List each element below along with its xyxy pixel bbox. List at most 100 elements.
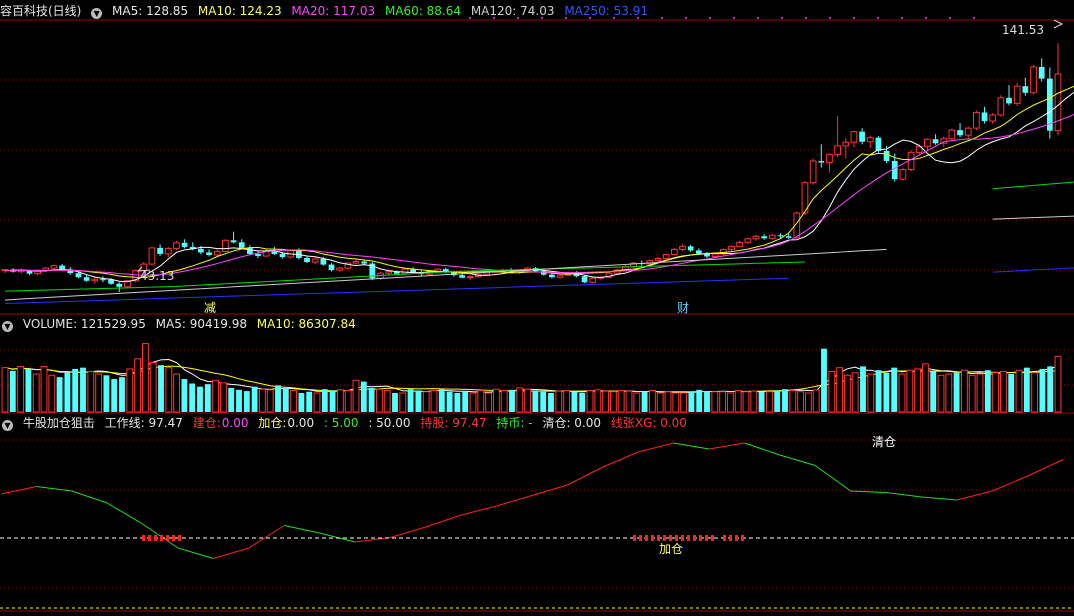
jian-marker: 减 (204, 301, 216, 315)
volume-bar (344, 389, 352, 413)
candle-body (850, 131, 858, 143)
volume-bar (1047, 366, 1054, 412)
work-line-segment (248, 525, 285, 549)
volume-bar (48, 374, 56, 413)
volume-bar (875, 370, 882, 412)
candle-body (148, 247, 156, 265)
volume-bar (500, 389, 508, 413)
candle-body (687, 246, 694, 251)
candle-body (91, 278, 99, 282)
work-line-segment (1027, 459, 1064, 477)
candle-body (589, 277, 597, 283)
volume-bar (930, 371, 937, 412)
work-line-segment (992, 475, 1028, 492)
work-line-segment (496, 495, 533, 507)
signal-marker (657, 535, 660, 541)
candle-body (173, 242, 180, 249)
volume-bar (688, 391, 695, 412)
volume-bar (438, 389, 445, 412)
chevron-down-icon[interactable]: ▼ (91, 8, 103, 19)
volume-bar (914, 368, 922, 413)
candle-body (883, 150, 890, 161)
volume-bar (789, 389, 797, 413)
volume-bar (704, 391, 710, 412)
chevron-down-icon[interactable]: ▼ (2, 420, 13, 431)
ma250-line (992, 267, 1074, 273)
volume-bar (540, 391, 547, 412)
signal-marker (675, 535, 678, 541)
add-label: 加仓: (258, 416, 287, 430)
add-value: 0.00 (287, 416, 315, 430)
volume-bar (945, 373, 953, 413)
ma250-line (4, 277, 789, 304)
volume-bar (392, 393, 398, 412)
candle-body (198, 248, 204, 253)
signal-marker (172, 535, 175, 541)
volume-bar (236, 389, 242, 412)
volume-bar (782, 389, 788, 412)
candle-body (230, 240, 237, 243)
volume-bar (906, 369, 914, 413)
volume-bar (571, 391, 578, 412)
candle-body (75, 273, 82, 278)
top-marker-dot (733, 17, 735, 19)
volume-bar (821, 348, 827, 412)
candle-body (654, 258, 662, 262)
candle-body (736, 241, 744, 247)
volume-bar (149, 362, 157, 413)
volume-bar (680, 392, 688, 413)
candle-body (826, 153, 833, 163)
volume-bar (446, 391, 453, 412)
signal-marker (693, 535, 696, 541)
stock-chart[interactable]: 141.53 43.13 减 财 清仓 加仓 (0, 0, 1074, 616)
volume-bar (774, 390, 781, 412)
volume-bar (197, 386, 203, 412)
volume-bar (266, 389, 274, 413)
candle-body (761, 236, 767, 239)
volume-bar (111, 379, 118, 412)
candle-body (785, 236, 792, 238)
candle-body (981, 112, 988, 122)
top-marker-dot (973, 17, 975, 19)
volume-bar (836, 367, 844, 413)
volume-bar (119, 377, 125, 412)
volume-bar (80, 367, 86, 412)
volume-label: VOLUME: 121529.95 (22, 317, 146, 331)
volume-bar (134, 358, 142, 413)
volume-bar (251, 386, 258, 412)
signal-marker (663, 535, 666, 541)
stock-title[interactable]: 容百科技(日线) (0, 4, 81, 18)
candle-body (932, 139, 939, 144)
signal-marker (681, 535, 684, 541)
ma60-label: MA60: 88.64 (384, 4, 461, 18)
signal-marker (711, 535, 714, 541)
candle-body (1054, 73, 1062, 132)
candle-body (556, 274, 564, 278)
work-line-label: 工作线: 97.47 (104, 416, 183, 430)
volume-bar (555, 390, 563, 413)
candle-body (213, 250, 221, 256)
candle-body (50, 265, 58, 269)
top-marker-dot (757, 17, 759, 19)
volume-bar (165, 367, 173, 413)
candle-body (711, 253, 719, 257)
chevron-down-icon[interactable]: ▼ (2, 321, 13, 332)
candle-body (459, 275, 465, 278)
signal-marker (735, 535, 738, 541)
volume-bar (298, 393, 305, 412)
volume-bar (625, 390, 633, 413)
volume-bar (72, 368, 79, 412)
candle-body (997, 97, 1005, 116)
volume-bar (415, 390, 422, 412)
signal-marker (142, 535, 145, 541)
signal-marker (639, 535, 642, 541)
top-marker-dot (781, 17, 783, 19)
candle-body (834, 145, 841, 155)
volume-bar (407, 389, 414, 412)
volume-bar (984, 370, 991, 412)
volume-bar (664, 391, 672, 413)
top-marker-dot (925, 17, 927, 19)
top-marker-dot (805, 17, 807, 19)
top-marker-dot (949, 17, 951, 19)
work-line-segment (567, 466, 604, 486)
